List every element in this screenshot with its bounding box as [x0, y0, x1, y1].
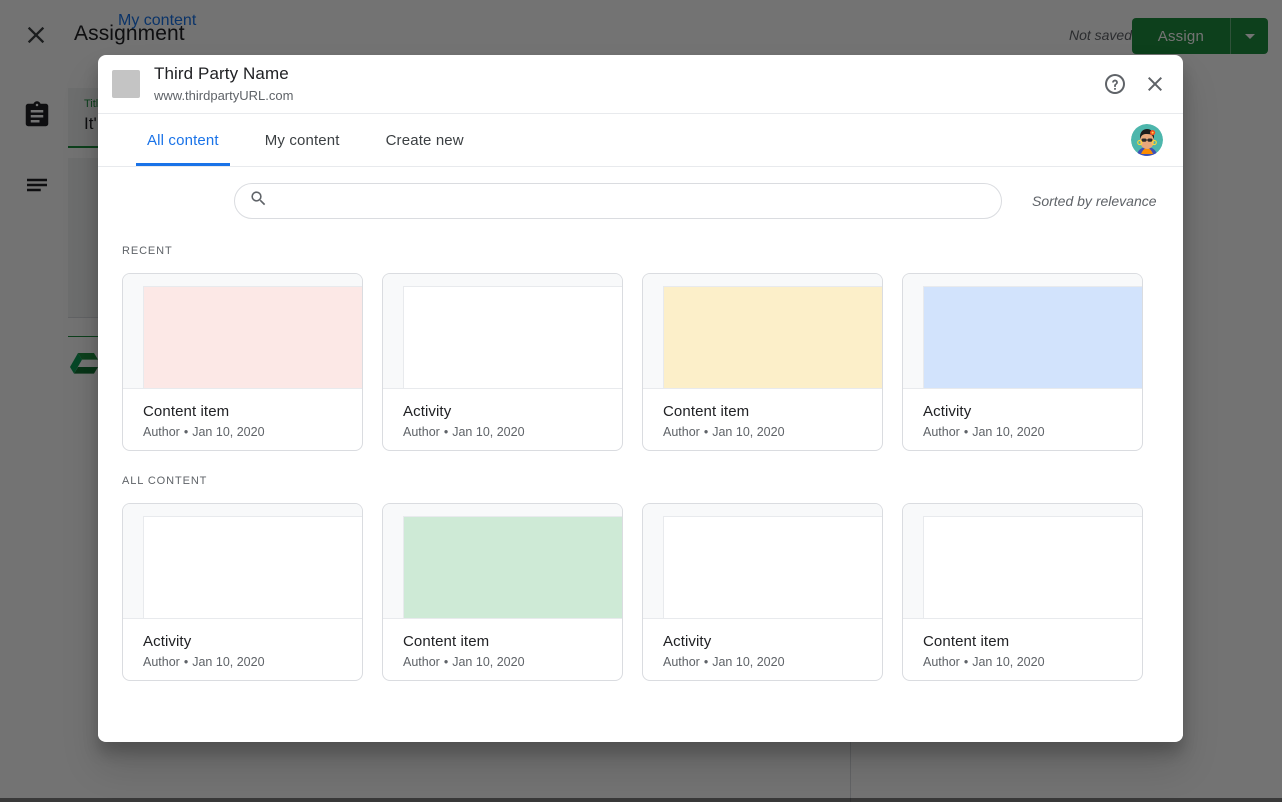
third-party-logo — [112, 70, 140, 98]
card-thumbnail-image — [923, 286, 1142, 388]
content-card[interactable]: Activity Author•Jan 10, 2020 — [382, 273, 623, 451]
card-date: Jan 10, 2020 — [452, 425, 524, 439]
third-party-name: Third Party Name — [154, 64, 289, 84]
third-party-picker-dialog: Third Party Name www.thirdpartyURL.com A… — [98, 55, 1183, 742]
card-subtitle: Author•Jan 10, 2020 — [923, 425, 1126, 439]
content-card[interactable]: Activity Author•Jan 10, 2020 — [642, 503, 883, 681]
third-party-url: www.thirdpartyURL.com — [154, 88, 293, 103]
card-subtitle: Author•Jan 10, 2020 — [663, 425, 866, 439]
card-date: Jan 10, 2020 — [972, 425, 1044, 439]
content-card[interactable]: Content item Author•Jan 10, 2020 — [382, 503, 623, 681]
dialog-tabs: All content My content Create new — [98, 114, 1183, 167]
card-meta: Content item Author•Jan 10, 2020 — [643, 389, 882, 439]
card-author: Author — [923, 425, 960, 439]
card-separator: • — [180, 425, 192, 439]
content-card[interactable]: Content item Author•Jan 10, 2020 — [122, 273, 363, 451]
card-meta: Activity Author•Jan 10, 2020 — [383, 389, 622, 439]
card-title: Content item — [923, 633, 1126, 650]
card-row-recent: Content itemAuthor•Jan 10, 2020ActivityA… — [122, 273, 1143, 451]
card-subtitle: Author•Jan 10, 2020 — [403, 655, 606, 669]
section-label-recent: RECENT — [98, 245, 173, 257]
sort-icon[interactable] — [1180, 189, 1183, 215]
card-meta: Content item Author•Jan 10, 2020 — [903, 619, 1142, 669]
card-separator: • — [700, 425, 712, 439]
card-separator: • — [700, 655, 712, 669]
card-meta: Activity Author•Jan 10, 2020 — [643, 619, 882, 669]
sort-label: Sorted by relevance — [1032, 193, 1157, 209]
card-title: Activity — [403, 403, 606, 420]
content-card[interactable]: Activity Author•Jan 10, 2020 — [902, 273, 1143, 451]
close-icon[interactable] — [1143, 72, 1167, 96]
card-subtitle: Author•Jan 10, 2020 — [663, 655, 866, 669]
section-label-all-content: ALL CONTENT — [98, 475, 207, 487]
card-meta: Content item Author•Jan 10, 2020 — [383, 619, 622, 669]
card-author: Author — [143, 655, 180, 669]
card-thumbnail — [643, 274, 882, 389]
card-thumbnail-image — [143, 516, 362, 618]
card-title: Activity — [143, 633, 346, 650]
card-meta: Activity Author•Jan 10, 2020 — [903, 389, 1142, 439]
card-separator: • — [180, 655, 192, 669]
card-thumbnail — [123, 504, 362, 619]
card-author: Author — [143, 425, 180, 439]
card-author: Author — [923, 655, 960, 669]
content-card[interactable]: Content item Author•Jan 10, 2020 — [902, 503, 1143, 681]
card-separator: • — [960, 425, 972, 439]
dialog-header: Third Party Name www.thirdpartyURL.com — [98, 55, 1183, 114]
card-title: Content item — [403, 633, 606, 650]
card-date: Jan 10, 2020 — [192, 425, 264, 439]
card-thumbnail-image — [663, 286, 882, 388]
card-author: Author — [663, 655, 700, 669]
card-author: Author — [403, 425, 440, 439]
card-subtitle: Author•Jan 10, 2020 — [143, 655, 346, 669]
card-thumbnail — [903, 504, 1142, 619]
tab-create-new[interactable]: Create new — [363, 114, 487, 166]
card-author: Author — [663, 425, 700, 439]
card-title: Content item — [663, 403, 866, 420]
card-author: Author — [403, 655, 440, 669]
card-meta: Activity Author•Jan 10, 2020 — [123, 619, 362, 669]
card-title: Activity — [923, 403, 1126, 420]
card-thumbnail-image — [663, 516, 882, 618]
card-date: Jan 10, 2020 — [452, 655, 524, 669]
card-separator: • — [440, 425, 452, 439]
card-thumbnail — [383, 504, 622, 619]
card-thumbnail-image — [403, 516, 622, 618]
card-separator: • — [440, 655, 452, 669]
card-date: Jan 10, 2020 — [712, 425, 784, 439]
account-avatar[interactable] — [1131, 124, 1163, 156]
help-icon[interactable] — [1103, 72, 1127, 96]
card-separator: • — [960, 655, 972, 669]
tab-all-content[interactable]: All content — [124, 114, 242, 166]
search-input[interactable] — [278, 193, 978, 209]
tab-my-content[interactable]: My content — [242, 114, 363, 166]
card-thumbnail — [643, 504, 882, 619]
scrim-bottom-strip — [0, 798, 1282, 802]
card-thumbnail-image — [403, 286, 622, 388]
card-thumbnail — [383, 274, 622, 389]
card-meta: Content item Author•Jan 10, 2020 — [123, 389, 362, 439]
card-date: Jan 10, 2020 — [712, 655, 784, 669]
content-card[interactable]: Content item Author•Jan 10, 2020 — [642, 273, 883, 451]
card-date: Jan 10, 2020 — [192, 655, 264, 669]
search-field[interactable] — [234, 183, 1002, 219]
card-title: Activity — [663, 633, 866, 650]
card-date: Jan 10, 2020 — [972, 655, 1044, 669]
card-subtitle: Author•Jan 10, 2020 — [923, 655, 1126, 669]
card-title: Content item — [143, 403, 346, 420]
search-icon — [249, 189, 268, 213]
card-thumbnail — [903, 274, 1142, 389]
content-card[interactable]: Activity Author•Jan 10, 2020 — [122, 503, 363, 681]
card-subtitle: Author•Jan 10, 2020 — [403, 425, 606, 439]
card-subtitle: Author•Jan 10, 2020 — [143, 425, 346, 439]
card-thumbnail-image — [143, 286, 362, 388]
card-thumbnail-image — [923, 516, 1142, 618]
card-thumbnail — [123, 274, 362, 389]
card-row-all-content: ActivityAuthor•Jan 10, 2020Content itemA… — [122, 503, 1143, 681]
